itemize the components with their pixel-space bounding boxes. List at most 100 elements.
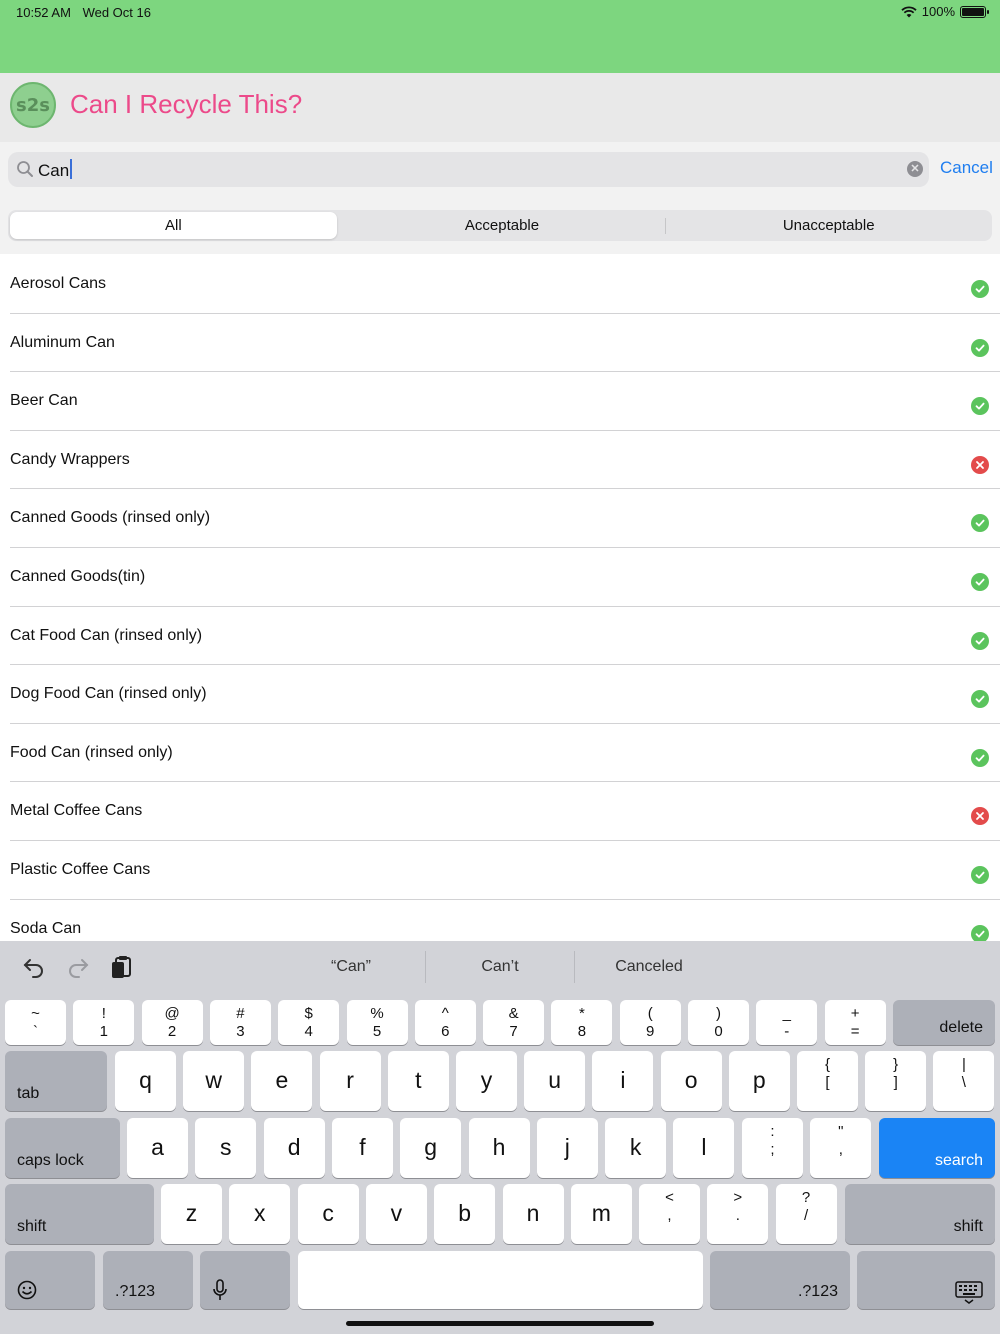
list-item[interactable]: Candy Wrappers	[0, 431, 1000, 490]
status-time: 10:52 AM	[16, 5, 71, 20]
key-number[interactable]: #3	[209, 1000, 271, 1045]
checkmark-icon	[971, 924, 989, 941]
key-number[interactable]: _ -	[756, 1000, 818, 1045]
key-base-char: 7	[509, 1023, 518, 1040]
key-letter[interactable]: h	[468, 1118, 530, 1178]
key-letter[interactable]: z	[161, 1184, 222, 1244]
key-number[interactable]: % 5	[346, 1000, 408, 1045]
numbers-key-left[interactable]: .?123	[103, 1251, 193, 1309]
status-right: 100%	[901, 4, 989, 19]
key-number[interactable]: ! 1	[73, 1000, 135, 1045]
list-item[interactable]: Canned Goods (rinsed only)	[0, 489, 1000, 548]
list-item[interactable]: Beer Can	[0, 372, 1000, 431]
key-letter[interactable]: d	[263, 1118, 325, 1178]
key-letter[interactable]: u	[524, 1051, 586, 1111]
key-letter[interactable]: m	[570, 1184, 632, 1244]
key-letter[interactable]: r	[319, 1051, 381, 1111]
segment-acceptable[interactable]: Acceptable	[339, 210, 666, 241]
list-item[interactable]: Dog Food Can (rinsed only)	[0, 665, 1000, 724]
key-letter[interactable]: x	[229, 1184, 291, 1244]
shift-left-key[interactable]: shift	[5, 1184, 154, 1244]
suggestion-2[interactable]: Can’t	[430, 958, 570, 976]
page-title: Can I Recycle This?	[70, 89, 303, 119]
cancel-button[interactable]: Cancel	[940, 158, 993, 178]
key-number[interactable]: ) 0	[688, 1000, 749, 1045]
key-number[interactable]: ~ `	[5, 1000, 66, 1045]
key-letter[interactable]: e	[251, 1051, 313, 1111]
numbers-key-right[interactable]: .?123	[710, 1251, 850, 1309]
key-letter[interactable]: q	[115, 1051, 176, 1111]
key-number[interactable]: + =	[824, 1000, 886, 1045]
key-number[interactable]: ^ 6	[414, 1000, 476, 1045]
key-char: r	[346, 1067, 354, 1093]
segment-unacceptable[interactable]: Unacceptable	[665, 210, 992, 241]
key-letter[interactable]: k	[605, 1118, 667, 1178]
key-base-char: 8	[577, 1023, 587, 1040]
key-letter[interactable]: p	[728, 1051, 790, 1111]
emoji-key[interactable]	[5, 1251, 95, 1309]
list-item[interactable]: Aluminum Can	[0, 314, 1000, 373]
status-date: Wed Oct 16	[82, 5, 151, 20]
key-letter[interactable]: g	[400, 1118, 462, 1178]
key-base-char: ]	[893, 1074, 898, 1091]
key-number[interactable]: $4	[278, 1000, 340, 1045]
key-letter[interactable]: l	[673, 1118, 735, 1178]
key-symbol[interactable]: >.	[707, 1184, 769, 1244]
key-letter[interactable]: y	[456, 1051, 517, 1111]
key-letter[interactable]: w	[183, 1051, 245, 1111]
search-input[interactable]: Can ✕	[8, 152, 929, 187]
list-item[interactable]: Aerosol Cans	[0, 255, 1000, 314]
key-number[interactable]: & 7	[483, 1000, 545, 1045]
key-letter[interactable]: n	[502, 1184, 564, 1244]
list-item-label: Aluminum Can	[10, 333, 115, 351]
suggestion-3[interactable]: Canceled	[579, 958, 719, 976]
key-letter[interactable]: v	[365, 1184, 427, 1244]
key-letter[interactable]: j	[536, 1118, 598, 1178]
key-symbol[interactable]: | \	[933, 1051, 995, 1111]
key-letter[interactable]: t	[387, 1051, 449, 1111]
key-symbol[interactable]: :;	[742, 1118, 803, 1178]
key-symbol[interactable]: ? /	[775, 1184, 837, 1244]
key-char: d	[287, 1134, 301, 1160]
key-letter[interactable]: o	[660, 1051, 722, 1111]
key-number[interactable]: (9	[619, 1000, 681, 1045]
list-item[interactable]: Food Can (rinsed only)	[0, 724, 1000, 783]
redo-icon[interactable]	[66, 955, 90, 979]
delete-key[interactable]: delete	[893, 1000, 995, 1045]
key-char: v	[390, 1200, 403, 1226]
list-item[interactable]: Metal Coffee Cans	[0, 782, 1000, 841]
key-number[interactable]: * 8	[551, 1000, 613, 1045]
suggestion-1[interactable]: “Can”	[281, 958, 421, 976]
list-item[interactable]: Soda Can	[0, 900, 1000, 941]
key-letter[interactable]: i	[592, 1051, 654, 1111]
search-key[interactable]: search	[879, 1118, 995, 1178]
list-item[interactable]: Cat Food Can (rinsed only)	[0, 607, 1000, 666]
key-symbol[interactable]: ",	[810, 1118, 872, 1178]
paste-icon[interactable]	[110, 955, 134, 979]
key-letter[interactable]: b	[434, 1184, 496, 1244]
tab-key[interactable]: tab	[5, 1051, 107, 1111]
key-letter[interactable]: a	[127, 1118, 188, 1178]
key-symbol[interactable]: {[	[797, 1051, 858, 1111]
segment-all[interactable]: All	[10, 212, 337, 239]
key-number[interactable]: @2	[141, 1000, 203, 1045]
dictation-key[interactable]	[200, 1251, 290, 1309]
space-key[interactable]	[298, 1251, 703, 1309]
hide-keyboard-key[interactable]	[857, 1251, 995, 1309]
list-item[interactable]: Canned Goods(tin)	[0, 548, 1000, 607]
key-symbol[interactable]: <,	[639, 1184, 700, 1244]
shift-right-key[interactable]: shift	[845, 1184, 995, 1244]
list-item[interactable]: Plastic Coffee Cans	[0, 841, 1000, 900]
undo-icon[interactable]	[22, 955, 46, 979]
checkmark-icon	[971, 280, 989, 298]
list-item-label: Canned Goods (rinsed only)	[10, 509, 211, 527]
key-shift-char: >	[733, 1189, 743, 1206]
caps-lock-key[interactable]: caps lock	[5, 1118, 120, 1178]
key-letter[interactable]: f	[331, 1118, 393, 1178]
key-letter[interactable]: s	[195, 1118, 257, 1178]
key-shift-char: *	[578, 1005, 585, 1022]
key-char: f	[359, 1134, 366, 1160]
key-letter[interactable]: c	[297, 1184, 359, 1244]
key-symbol[interactable]: }]	[865, 1051, 927, 1111]
clear-search-icon[interactable]: ✕	[907, 161, 923, 177]
